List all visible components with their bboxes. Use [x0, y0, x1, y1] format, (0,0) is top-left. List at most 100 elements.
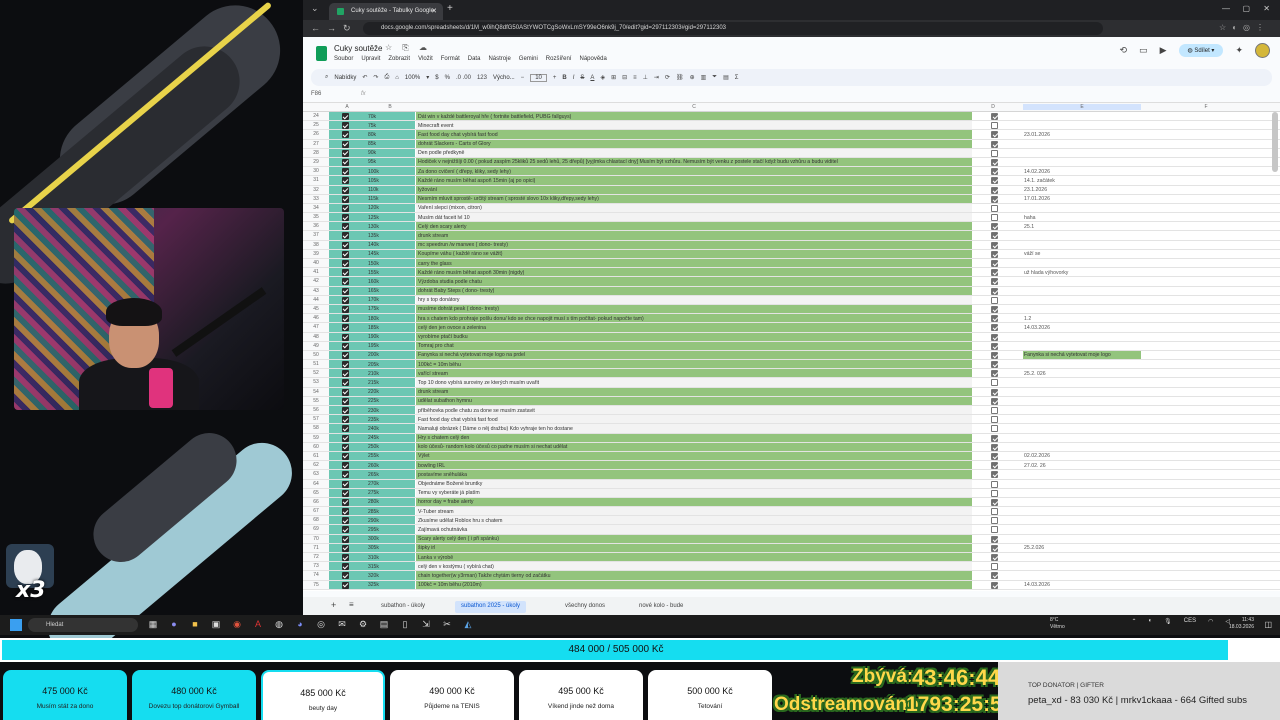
done-checkbox[interactable]	[991, 462, 998, 470]
cell-task[interactable]: 100kč = 10m běhu (2010m)	[416, 580, 972, 589]
sheet-tab[interactable]: nové kolo - bude	[633, 601, 689, 613]
done-checkbox[interactable]	[991, 544, 998, 552]
star-icon[interactable]: ☆ ⎘ ☁	[385, 43, 431, 53]
cell-amount[interactable]: 230k	[365, 406, 415, 415]
cell-task[interactable]: Musím dát faceit lvl 10	[416, 213, 972, 222]
cell-task[interactable]: celý den v kostýmu ( vybírá chat)	[416, 562, 972, 571]
zoom-select[interactable]: 100%	[405, 75, 420, 81]
row-number[interactable]: 31	[303, 176, 329, 185]
cell-amount[interactable]: 95k	[365, 157, 415, 167]
checked-checkbox[interactable]	[342, 526, 349, 534]
doc-title[interactable]: Cuky soutěže	[334, 44, 382, 53]
cell-amount[interactable]: 85k	[365, 139, 415, 148]
cell-task[interactable]: vyrobíme ptačí budku	[416, 332, 972, 341]
checked-checkbox[interactable]	[342, 131, 349, 139]
checked-checkbox[interactable]	[342, 204, 349, 212]
row-number[interactable]: 52	[303, 369, 329, 378]
checked-checkbox[interactable]	[342, 581, 349, 589]
row-number[interactable]: 32	[303, 185, 329, 194]
cell-task[interactable]: chain together(w y3rman) Takže chytám ti…	[416, 571, 972, 580]
row-number[interactable]: 28	[303, 148, 329, 157]
explorer-icon[interactable]: ■	[188, 619, 202, 630]
cell-amount[interactable]: 300k	[365, 534, 415, 543]
cell-note[interactable]	[1023, 259, 1141, 267]
cell-task[interactable]: bowling IRL	[416, 461, 972, 470]
discord-icon[interactable]: ◕	[293, 619, 307, 630]
done-checkbox[interactable]	[991, 113, 998, 120]
checked-checkbox[interactable]	[342, 425, 349, 433]
checked-checkbox[interactable]	[342, 223, 349, 231]
row-number[interactable]: 62	[303, 461, 329, 470]
teams-icon[interactable]: ●	[167, 619, 181, 630]
cell-note[interactable]	[1023, 388, 1141, 396]
cell-note[interactable]	[1023, 397, 1141, 405]
cell-note[interactable]	[1023, 507, 1141, 515]
cell-task[interactable]: šipky irl	[416, 543, 972, 552]
cell-note[interactable]: 27.02. 26	[1023, 461, 1141, 469]
store-icon[interactable]: ▣	[209, 619, 223, 630]
row-number[interactable]: 67	[303, 507, 329, 516]
cell-task[interactable]: Tomraj pro chat	[416, 341, 972, 350]
row-number[interactable]: 68	[303, 516, 329, 525]
functions-icon[interactable]: Σ	[735, 75, 739, 81]
menu-item[interactable]: Soubor	[334, 56, 353, 62]
checked-checkbox[interactable]	[342, 379, 349, 387]
cell-amount[interactable]: 285k	[365, 507, 415, 516]
row-number[interactable]: 53	[303, 378, 329, 387]
row-number[interactable]: 73	[303, 562, 329, 571]
checked-checkbox[interactable]	[342, 462, 349, 470]
row-number[interactable]: 39	[303, 249, 329, 258]
checked-checkbox[interactable]	[342, 572, 349, 580]
cell-note[interactable]	[1023, 333, 1141, 341]
row-number[interactable]: 50	[303, 350, 329, 360]
done-checkbox[interactable]	[991, 186, 998, 194]
cell-note[interactable]	[1023, 112, 1141, 120]
pin-icon[interactable]: ⇲	[419, 619, 433, 630]
cell-task[interactable]: Fast food day chat vybírá fast food	[416, 130, 972, 139]
done-checkbox[interactable]	[991, 342, 998, 350]
cell-amount[interactable]: 225k	[365, 396, 415, 405]
cell-task[interactable]: dohrát Slackers - Carts of Glory	[416, 139, 972, 148]
cell-amount[interactable]: 215k	[365, 378, 415, 387]
close-tab-icon[interactable]: ✕	[431, 7, 437, 15]
menu-item[interactable]: Upravit	[361, 56, 380, 62]
cell-task[interactable]: Každé ráno musím běhat aspoň 15min (aj p…	[416, 176, 972, 185]
cell-task[interactable]: Za dono cvičení ( dřepy, kliky, sedy leh…	[416, 167, 972, 176]
text-color-icon[interactable]: A	[590, 75, 594, 81]
language-indicator[interactable]: CES	[1184, 618, 1196, 625]
checked-checkbox[interactable]	[342, 113, 349, 120]
cell-note[interactable]: Fanynka si nechá vytetovat moje logo	[1023, 350, 1141, 360]
done-checkbox[interactable]	[991, 278, 998, 286]
row-number[interactable]: 37	[303, 231, 329, 240]
cell-amount[interactable]: 105k	[365, 176, 415, 185]
done-checkbox[interactable]	[991, 480, 998, 488]
cell-task[interactable]: Hry s chatem celý den	[416, 433, 972, 442]
done-checkbox[interactable]	[991, 324, 998, 332]
done-checkbox[interactable]	[991, 351, 998, 359]
menu-item[interactable]: Gemini	[519, 56, 538, 62]
cell-task[interactable]: 100kč = 10m běhu	[416, 360, 972, 369]
cell-amount[interactable]: 155k	[365, 268, 415, 277]
font-size-increase-icon[interactable]: +	[553, 75, 557, 81]
task-view-icon[interactable]: ▦	[146, 619, 160, 630]
snip-icon[interactable]: ✂	[440, 619, 454, 630]
cell-note[interactable]	[1023, 378, 1141, 386]
print-icon[interactable]: ⎙	[384, 74, 389, 81]
checked-checkbox[interactable]	[342, 388, 349, 396]
checked-checkbox[interactable]	[342, 158, 349, 166]
checked-checkbox[interactable]	[342, 407, 349, 414]
row-number[interactable]: 47	[303, 323, 329, 332]
redo-icon[interactable]: ↷	[373, 74, 378, 81]
cell-note[interactable]	[1023, 231, 1141, 239]
done-checkbox[interactable]	[991, 214, 998, 222]
history-icon[interactable]: ⟲	[1120, 45, 1128, 56]
menu-item[interactable]: Nápověda	[579, 56, 606, 62]
cell-task[interactable]: Zkusíme udělat Roblox hru s chatem	[416, 516, 972, 525]
column-header[interactable]: F	[1141, 104, 1271, 110]
minimize-icon[interactable]: —	[1222, 4, 1230, 13]
done-checkbox[interactable]	[991, 443, 998, 451]
cell-task[interactable]: Minecraft event	[416, 121, 972, 130]
checked-checkbox[interactable]	[342, 269, 349, 277]
done-checkbox[interactable]	[991, 250, 998, 258]
cell-note[interactable]	[1023, 424, 1141, 432]
